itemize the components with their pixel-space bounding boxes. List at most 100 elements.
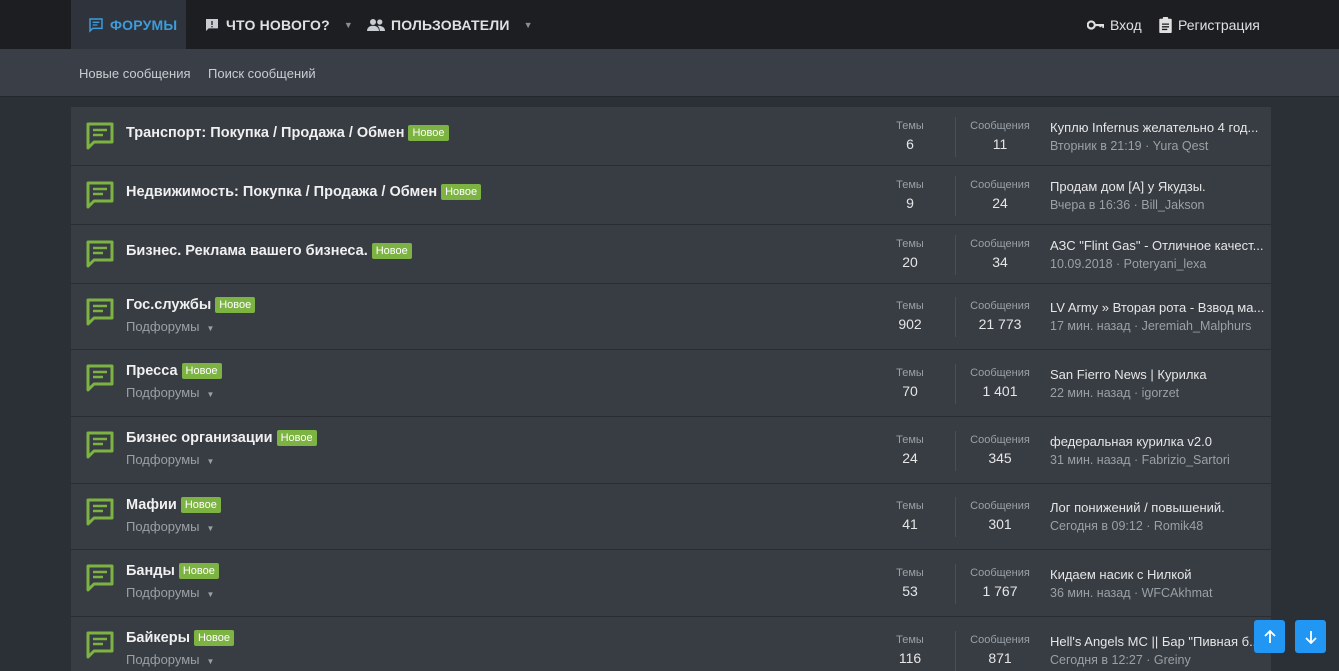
last-post-meta[interactable]: 36 мин. назад · WFCAkhmat bbox=[1050, 586, 1265, 600]
forum-comment-icon bbox=[86, 181, 114, 209]
last-post-meta[interactable]: 22 мин. назад · igorzet bbox=[1050, 386, 1265, 400]
last-post-title[interactable]: San Fierro News | Курилка bbox=[1050, 367, 1265, 382]
last-post-title[interactable]: Лог понижений / повышений. bbox=[1050, 500, 1265, 515]
subforums-toggle[interactable]: Подфорумы ▼ bbox=[126, 652, 214, 667]
messages-stat: Сообщения 301 bbox=[965, 500, 1035, 532]
register-link[interactable]: Регистрация bbox=[1159, 0, 1260, 49]
subforums-toggle[interactable]: Подфорумы ▼ bbox=[126, 585, 214, 600]
forum-title[interactable]: Банды Новое bbox=[126, 563, 219, 579]
forum-row[interactable]: Мафии Новое Подфорумы ▼ Темы 41 Сообщения 301 Ло… bbox=[71, 484, 1271, 550]
forum-title[interactable]: Пресса Новое bbox=[126, 363, 222, 379]
forum-row[interactable]: Бизнес. Реклама вашего бизнеса. Новое Темы… bbox=[71, 225, 1271, 284]
search-posts-link[interactable]: Поиск сообщений bbox=[208, 66, 316, 81]
last-post: Лог понижений / повышений. Сегодня в 09:1… bbox=[1050, 500, 1265, 533]
stat-divider bbox=[955, 563, 956, 604]
subforums-label: Подфорумы bbox=[126, 519, 200, 534]
threads-stat: Темы 41 bbox=[875, 500, 945, 532]
key-icon bbox=[1087, 19, 1104, 30]
last-post-title[interactable]: федеральная курилка v2.0 bbox=[1050, 434, 1265, 449]
subforums-label: Подфорумы bbox=[126, 385, 200, 400]
forum-title[interactable]: Бизнес организации Новое bbox=[126, 430, 317, 446]
last-post: LV Army » Вторая рота - Взвод ма... 17 ми… bbox=[1050, 300, 1265, 333]
messages-label: Сообщения bbox=[970, 237, 1030, 250]
tab-whats-new-label: ЧТО НОВОГО? bbox=[226, 16, 330, 33]
messages-stat: Сообщения 1 401 bbox=[965, 367, 1035, 399]
forum-row[interactable]: Банды Новое Подфорумы ▼ Темы 53 Сообщения 1 767… bbox=[71, 550, 1271, 617]
chevron-down-icon: ▼ bbox=[206, 524, 215, 533]
login-link[interactable]: Вход bbox=[1087, 0, 1142, 49]
last-post-title[interactable]: Продам дом [A] у Якудзы. bbox=[1050, 179, 1265, 194]
threads-stat: Темы 20 bbox=[875, 238, 945, 270]
forum-comment-icon bbox=[86, 498, 114, 526]
forum-title[interactable]: Бизнес. Реклама вашего бизнеса. Новое bbox=[126, 243, 412, 259]
tab-whats-new[interactable]: ЧТО НОВОГО? ▼ bbox=[204, 0, 353, 49]
threads-count: 116 bbox=[898, 649, 922, 666]
forum-row[interactable]: Байкеры Новое Подфорумы ▼ Темы 116 Сообщения 87… bbox=[71, 617, 1271, 671]
messages-stat: Сообщения 24 bbox=[965, 179, 1035, 211]
messages-stat: Сообщения 1 767 bbox=[965, 567, 1035, 599]
threads-count: 24 bbox=[902, 449, 918, 466]
last-post-title[interactable]: АЗС "Flint Gas" - Отличное качест... bbox=[1050, 238, 1265, 253]
chevron-down-icon[interactable]: ▼ bbox=[344, 20, 353, 30]
subforums-toggle[interactable]: Подфорумы ▼ bbox=[126, 519, 214, 534]
subforums-toggle[interactable]: Подфорумы ▼ bbox=[126, 319, 214, 334]
messages-label: Сообщения bbox=[970, 366, 1030, 379]
last-post-meta[interactable]: Сегодня в 12:27 · Greiny bbox=[1050, 653, 1265, 667]
subforums-toggle[interactable]: Подфорумы ▼ bbox=[126, 452, 214, 467]
last-post-meta[interactable]: Сегодня в 09:12 · Romik48 bbox=[1050, 519, 1265, 533]
subforums-toggle[interactable]: Подфорумы ▼ bbox=[126, 385, 214, 400]
forum-title[interactable]: Гос.службы Новое bbox=[126, 297, 256, 313]
last-post-meta[interactable]: 31 мин. назад · Fabrizio_Sartori bbox=[1050, 453, 1265, 467]
last-post-meta[interactable]: Вторник в 21:19 · Yura Qest bbox=[1050, 139, 1265, 153]
forum-title[interactable]: Транспорт: Покупка / Продажа / Обмен Ново… bbox=[126, 125, 449, 141]
chevron-down-icon[interactable]: ▼ bbox=[524, 20, 533, 30]
stat-divider bbox=[955, 497, 956, 537]
new-posts-link[interactable]: Новые сообщения bbox=[79, 66, 191, 81]
forum-title[interactable]: Байкеры Новое bbox=[126, 630, 234, 646]
stat-divider bbox=[955, 363, 956, 404]
forum-list: Транспорт: Покупка / Продажа / Обмен Ново… bbox=[71, 107, 1271, 671]
messages-count: 345 bbox=[988, 449, 1012, 466]
forum-title-text: Бизнес организации bbox=[126, 430, 273, 446]
tab-users[interactable]: ПОЛЬЗОВАТЕЛИ ▼ bbox=[367, 0, 533, 49]
new-alert-icon bbox=[206, 18, 218, 31]
scroll-bottom-button[interactable] bbox=[1295, 620, 1326, 653]
forum-row[interactable]: Транспорт: Покупка / Продажа / Обмен Ново… bbox=[71, 107, 1271, 166]
last-post-title[interactable]: LV Army » Вторая рота - Взвод ма... bbox=[1050, 300, 1265, 315]
last-post: Куплю Infernus желательно 4 год... Вторни… bbox=[1050, 120, 1265, 153]
last-post: АЗС "Flint Gas" - Отличное качест... 10.0… bbox=[1050, 238, 1265, 271]
tab-forums[interactable]: ФОРУМЫ bbox=[71, 0, 186, 49]
last-post-title[interactable]: Куплю Infernus желательно 4 год... bbox=[1050, 120, 1265, 135]
last-post-title[interactable]: Hell's Angels MC || Бар "Пивная б... bbox=[1050, 634, 1265, 649]
threads-label: Темы bbox=[896, 566, 924, 579]
scroll-top-button[interactable] bbox=[1254, 620, 1285, 653]
threads-stat: Темы 53 bbox=[875, 567, 945, 599]
last-post: Кидаем насик с Нилкой 36 мин. назад · WFC… bbox=[1050, 567, 1265, 600]
forum-row[interactable]: Недвижимость: Покупка / Продажа / Обмен Н… bbox=[71, 166, 1271, 225]
new-badge: Новое bbox=[178, 563, 219, 579]
last-post-meta[interactable]: 17 мин. назад · Jeremiah_Malphurs bbox=[1050, 319, 1265, 333]
last-post-title[interactable]: Кидаем насик с Нилкой bbox=[1050, 567, 1265, 582]
new-badge: Новое bbox=[408, 125, 449, 141]
last-post-meta[interactable]: 10.09.2018 · Poteryani_lexa bbox=[1050, 257, 1265, 271]
forum-title[interactable]: Мафии Новое bbox=[126, 497, 221, 513]
forum-comment-icon bbox=[86, 364, 114, 392]
threads-count: 70 bbox=[902, 382, 918, 399]
forum-comment-icon bbox=[86, 564, 114, 592]
forum-row[interactable]: Бизнес организации Новое Подфорумы ▼ Темы 24 С… bbox=[71, 417, 1271, 484]
messages-count: 301 bbox=[988, 516, 1012, 532]
new-badge: Новое bbox=[180, 497, 221, 513]
sub-navigation-bar: Новые сообщения Поиск сообщений bbox=[0, 49, 1339, 97]
new-badge: Новое bbox=[181, 363, 222, 379]
last-post-meta[interactable]: Вчера в 16:36 · Bill_Jakson bbox=[1050, 198, 1265, 212]
threads-label: Темы bbox=[896, 633, 924, 646]
last-post: Продам дом [A] у Якудзы. Вчера в 16:36 · … bbox=[1050, 179, 1265, 212]
messages-stat: Сообщения 11 bbox=[965, 120, 1035, 152]
threads-count: 20 bbox=[902, 253, 918, 270]
forum-row[interactable]: Пресса Новое Подфорумы ▼ Темы 70 Сообщения 1 40… bbox=[71, 350, 1271, 417]
forum-row[interactable]: Гос.службы Новое Подфорумы ▼ Темы 902 Сообщени… bbox=[71, 284, 1271, 350]
forum-title[interactable]: Недвижимость: Покупка / Продажа / Обмен Н… bbox=[126, 184, 482, 200]
chevron-down-icon: ▼ bbox=[206, 324, 215, 333]
threads-count: 902 bbox=[898, 316, 922, 332]
subforums-label: Подфорумы bbox=[126, 452, 200, 467]
